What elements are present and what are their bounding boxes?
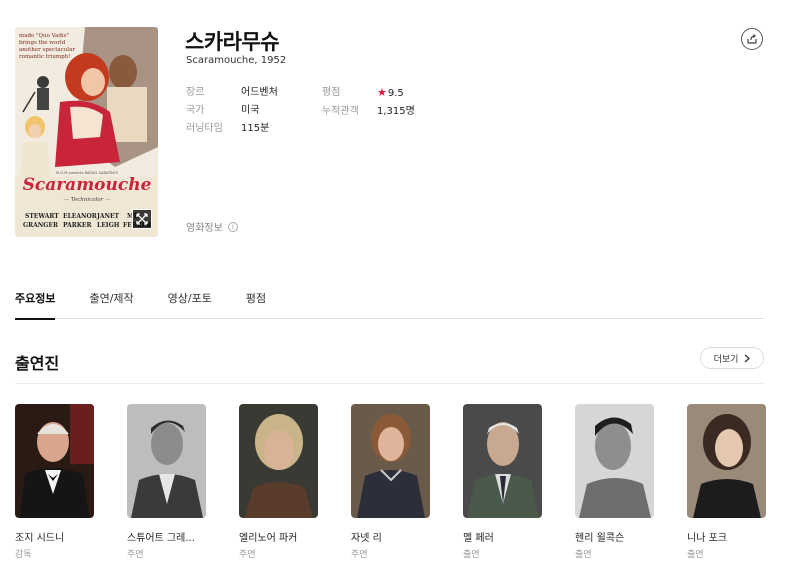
meta-runtime: 러닝타임 115분	[186, 120, 278, 138]
movie-info-link[interactable]: 영화정보 i	[186, 219, 238, 234]
meta-value: 1,315명	[377, 106, 415, 117]
person-photo[interactable]	[575, 404, 654, 518]
person-role: 출연	[687, 550, 704, 560]
tab-cast-crew[interactable]: 출연/제작	[89, 290, 133, 319]
rating-value: 9.5	[387, 88, 404, 99]
tab-ratings[interactable]: 평점	[246, 290, 266, 319]
meta-label: 국가	[186, 105, 205, 116]
meta-label: 평점	[322, 87, 341, 98]
person-photo[interactable]	[687, 404, 766, 518]
cast-item[interactable]: 멜 페러 출연	[463, 404, 542, 560]
person-name[interactable]: 스튜어트 그레...	[127, 529, 206, 544]
person-name[interactable]: 조지 시드니	[15, 529, 94, 544]
meta-audience: 누적관객 1,315명	[322, 103, 415, 121]
svg-text:— Technicolor —: — Technicolor —	[63, 197, 111, 203]
poster-title-art: Scaramouche	[23, 175, 152, 195]
meta-genre: 장르 어드벤처	[186, 84, 278, 102]
person-name[interactable]: 자넷 리	[351, 529, 430, 544]
cast-item[interactable]: 자넷 리 주연	[351, 404, 430, 560]
meta-label: 러닝타임	[186, 123, 223, 134]
svg-text:ELEANOR: ELEANOR	[63, 213, 98, 220]
person-photo[interactable]	[351, 404, 430, 518]
svg-text:JANET: JANET	[96, 213, 120, 220]
meta-value: 115분	[241, 123, 270, 134]
info-icon: i	[227, 221, 238, 232]
cast-item[interactable]: 니나 포크 출연	[687, 404, 766, 560]
movie-meta-right: 평점 ★9.5 누적관객 1,315명	[322, 84, 415, 121]
movie-title: 스카라무슈	[185, 30, 280, 54]
tab-video-photo[interactable]: 영상/포토	[168, 290, 212, 319]
person-photo[interactable]	[463, 404, 542, 518]
svg-text:brings the world: brings the world	[19, 40, 66, 46]
share-button[interactable]	[741, 28, 763, 50]
person-name[interactable]: 멜 페러	[463, 529, 542, 544]
meta-value: ★9.5	[377, 84, 404, 103]
person-name[interactable]: 니나 포크	[687, 529, 766, 544]
more-label: 더보기	[713, 354, 739, 365]
person-role: 출연	[463, 550, 480, 560]
expand-icon	[136, 213, 148, 225]
person-role: 출연	[575, 550, 592, 560]
meta-country: 국가 미국	[186, 102, 278, 120]
section-divider	[15, 383, 764, 384]
person-role: 주연	[127, 550, 144, 560]
cast-list: 조지 시드니 감독 스튜어트 그레... 주연 엘리노어 파커 주연 자넷 리 …	[15, 404, 766, 560]
star-icon: ★	[377, 86, 387, 99]
person-photo[interactable]	[15, 404, 94, 518]
meta-label: 누적관객	[322, 106, 359, 117]
cast-item[interactable]: 조지 시드니 감독	[15, 404, 94, 560]
meta-rating: 평점 ★9.5	[322, 84, 415, 103]
movie-meta-left: 장르 어드벤처 국가 미국 러닝타임 115분	[186, 84, 278, 138]
cast-item[interactable]: 엘리노어 파커 주연	[239, 404, 318, 560]
svg-text:romantic triumph!: romantic triumph!	[19, 54, 70, 60]
movie-info-label: 영화정보	[186, 223, 223, 234]
tab-bar: 주요정보 출연/제작 영상/포토 평점	[15, 290, 764, 320]
person-role: 주연	[351, 550, 368, 560]
cast-item[interactable]: 헨리 윌콕슨 출연	[575, 404, 654, 560]
svg-text:GRANGER: GRANGER	[23, 222, 59, 229]
person-photo[interactable]	[239, 404, 318, 518]
share-icon	[747, 34, 757, 44]
person-name[interactable]: 엘리노어 파커	[239, 529, 318, 544]
movie-poster[interactable]: made "Quo Vadis" brings the world anothe…	[15, 27, 158, 237]
meta-value: 미국	[241, 105, 260, 116]
poster-expand-button[interactable]	[132, 209, 152, 229]
movie-subtitle: Scaramouche, 1952	[186, 55, 287, 66]
meta-value: 어드벤처	[241, 87, 278, 98]
svg-text:another spectacular: another spectacular	[19, 47, 75, 53]
person-photo[interactable]	[127, 404, 206, 518]
cast-item[interactable]: 스튜어트 그레... 주연	[127, 404, 206, 560]
poster-tagline: made "Quo Vadis"	[19, 33, 69, 39]
more-button[interactable]: 더보기	[700, 347, 764, 369]
person-name[interactable]: 헨리 윌콕슨	[575, 529, 654, 544]
person-role: 주연	[239, 550, 256, 560]
svg-text:PARKER: PARKER	[63, 222, 93, 229]
svg-text:LEIGH: LEIGH	[97, 222, 120, 229]
cast-section-title: 출연진	[15, 354, 60, 373]
chevron-right-icon	[744, 354, 751, 362]
meta-label: 장르	[186, 87, 205, 98]
person-role: 감독	[15, 550, 32, 560]
svg-text:STEWART: STEWART	[25, 213, 59, 220]
tab-main-info[interactable]: 주요정보	[15, 290, 56, 320]
